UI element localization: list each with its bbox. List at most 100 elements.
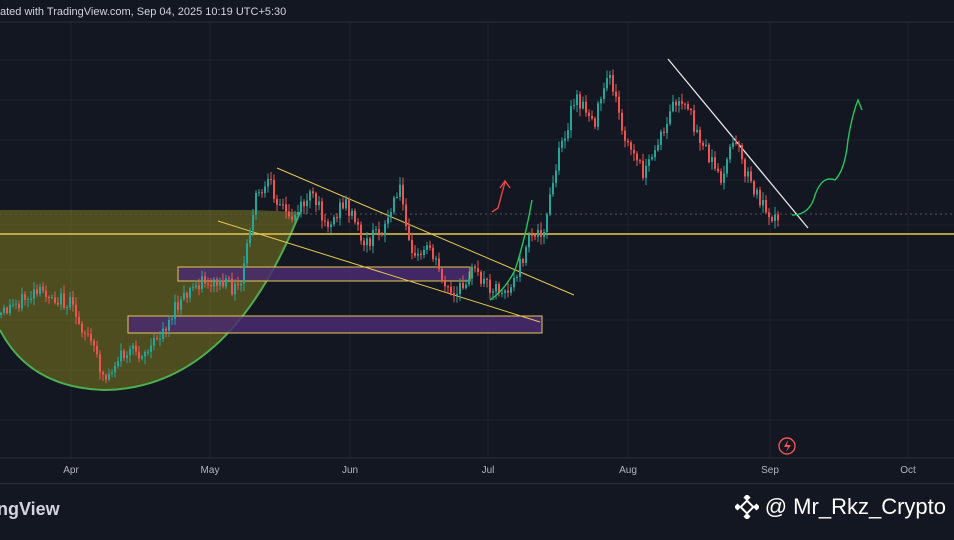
- candle-body: [96, 345, 98, 355]
- candle-body: [282, 204, 284, 206]
- candle-body: [84, 332, 86, 334]
- candle-body: [204, 276, 206, 284]
- candle-body: [126, 355, 128, 359]
- candle-body: [738, 143, 740, 146]
- candle-body: [192, 287, 194, 289]
- candle-body: [495, 283, 497, 292]
- candle-body: [771, 217, 773, 221]
- candle-body: [120, 350, 122, 362]
- candle-body: [684, 103, 686, 105]
- candle-body: [456, 294, 458, 296]
- candle-body: [222, 280, 224, 287]
- candle-body: [546, 214, 548, 233]
- candle-body: [312, 191, 314, 194]
- candle-body: [162, 328, 164, 339]
- candle-body: [135, 345, 137, 352]
- candle-body: [642, 160, 644, 178]
- candle-body: [435, 258, 437, 260]
- candle-body: [657, 144, 659, 151]
- candle-body: [255, 193, 257, 215]
- candle-body: [624, 130, 626, 141]
- candle-body: [501, 292, 503, 294]
- candle-body: [69, 297, 71, 308]
- candle-body: [276, 198, 278, 205]
- candle-body: [747, 171, 749, 177]
- candle-body: [171, 318, 173, 320]
- candle-body: [6, 307, 8, 314]
- candle-body: [600, 98, 602, 104]
- candle-body: [390, 212, 392, 218]
- candle-body: [594, 118, 596, 127]
- candle-body: [474, 266, 476, 269]
- candle-body: [618, 96, 620, 113]
- candle-body: [249, 230, 251, 244]
- candle-body: [741, 145, 743, 160]
- candle-body: [504, 290, 506, 293]
- candle-body: [558, 147, 560, 171]
- chart-area[interactable]: Apr May Jun Jul Aug Sep Oct: [0, 0, 954, 535]
- candle-body: [516, 276, 518, 278]
- candle-body: [369, 238, 371, 247]
- candle-body: [219, 280, 221, 286]
- candle-body: [573, 104, 575, 106]
- candle-body: [615, 91, 617, 97]
- candle-body: [525, 247, 527, 263]
- candle-body: [348, 198, 350, 216]
- candle-body: [174, 302, 176, 319]
- candle-body: [675, 101, 677, 106]
- candle-body: [144, 351, 146, 357]
- candle-body: [510, 287, 512, 293]
- candle-body: [717, 168, 719, 172]
- candle-body: [606, 78, 608, 89]
- candle-body: [363, 240, 365, 246]
- candle-body: [81, 323, 83, 333]
- lightning-icon: [778, 437, 796, 455]
- candle-body: [564, 138, 566, 141]
- projection-green-forecast: [791, 98, 863, 216]
- candle-body: [234, 283, 236, 295]
- candle-body: [231, 278, 233, 295]
- candle-body: [3, 307, 5, 313]
- candle-body: [246, 243, 248, 264]
- candle-body: [561, 140, 563, 148]
- candle-body: [264, 186, 266, 194]
- candle-body: [603, 88, 605, 99]
- x-tick-label: Jun: [342, 465, 358, 476]
- candle-body: [186, 292, 188, 298]
- candle-body: [699, 129, 701, 143]
- candle-body: [93, 340, 95, 346]
- candle-body: [633, 149, 635, 154]
- candle-body: [384, 223, 386, 236]
- candle-body: [327, 221, 329, 228]
- candle-body: [201, 276, 203, 290]
- candle-body: [579, 94, 581, 109]
- price-chart[interactable]: Apr May Jun Jul Aug Sep Oct: [0, 0, 954, 535]
- candle-body: [87, 333, 89, 335]
- candle-body: [156, 337, 158, 339]
- candle-body: [270, 179, 272, 181]
- candle-body: [519, 259, 521, 277]
- candle-body: [297, 212, 299, 216]
- candle-body: [387, 217, 389, 224]
- candle-body: [762, 200, 764, 206]
- candle-body: [591, 116, 593, 119]
- candle-body: [453, 292, 455, 296]
- candle-body: [147, 351, 149, 353]
- candle-body: [696, 129, 698, 132]
- candle-body: [195, 285, 197, 288]
- candle-body: [777, 214, 779, 221]
- candle-body: [750, 171, 752, 182]
- candle-body: [18, 303, 20, 309]
- candle-body: [552, 182, 554, 195]
- candle-body: [318, 201, 320, 206]
- candle-body: [489, 279, 491, 293]
- candle-body: [708, 144, 710, 163]
- candle-body: [189, 288, 191, 298]
- candle-body: [78, 316, 80, 324]
- candle-body: [465, 284, 467, 289]
- candle-body: [426, 245, 428, 250]
- candle-body: [48, 297, 50, 299]
- candle-body: [726, 159, 728, 174]
- candle-body: [105, 374, 107, 380]
- candle-body: [621, 112, 623, 131]
